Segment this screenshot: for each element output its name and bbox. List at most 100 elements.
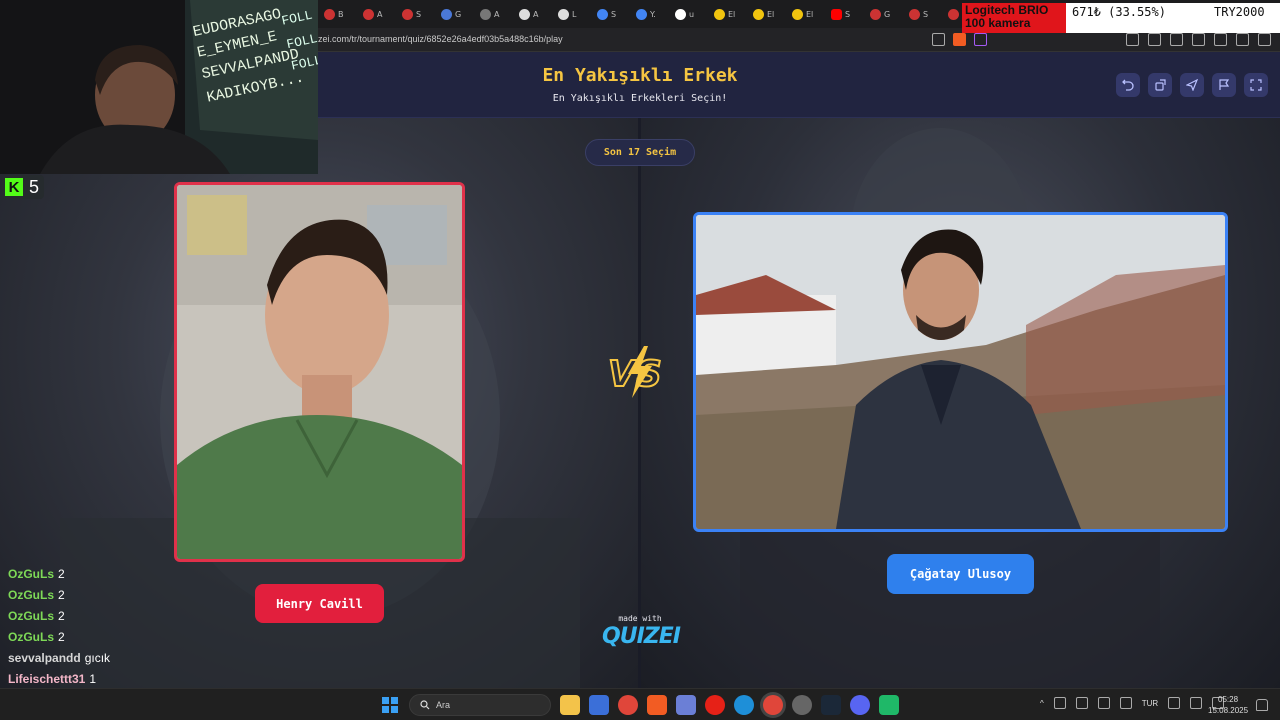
browser-tab[interactable]: S (591, 3, 628, 25)
camera-label: Logitech BRIO 100 kamera (962, 3, 1066, 33)
wallet-icon[interactable] (1192, 33, 1205, 46)
menu-icon[interactable] (1258, 33, 1271, 46)
browser-tab[interactable]: G (864, 3, 901, 25)
volume-icon[interactable] (1190, 697, 1203, 709)
viewer-count-badge: K 5 (2, 175, 44, 199)
undo-button[interactable] (1116, 73, 1140, 97)
app-icon[interactable] (676, 695, 696, 715)
browser-tab[interactable]: S (903, 3, 940, 25)
tray-overflow-icon[interactable]: ^ (1040, 699, 1044, 708)
url-field[interactable]: zei.com/tr/tournament/quiz/6852e26a4edf0… (318, 34, 563, 44)
tab-favicon-icon (714, 8, 725, 20)
tab-favicon-icon (831, 8, 842, 20)
chat-text: 2 (58, 588, 65, 602)
right-candidate-card[interactable] (693, 212, 1228, 532)
windows-taskbar: Ara ^ TUR 05:28 15.08.2025 (0, 688, 1280, 720)
browser-tab[interactable]: El (747, 3, 784, 25)
tab-favicon-icon (324, 8, 335, 20)
webcam-feed: EUDORASAGO E_EYMEN_E SEVVALPANDD KADIKOY… (0, 0, 318, 174)
share-button[interactable] (1148, 73, 1172, 97)
tab-favicon-icon (441, 8, 452, 20)
chat-text: gıcık (84, 651, 111, 665)
taskbar-clock[interactable]: 05:28 15.08.2025 (1208, 694, 1248, 716)
chrome-icon[interactable] (618, 695, 638, 715)
brave-shield-icon[interactable] (953, 33, 966, 46)
browser-tab[interactable]: L (552, 3, 589, 25)
chat-text: 2 (58, 567, 65, 581)
vpn-icon[interactable] (1236, 33, 1249, 46)
search-icon (420, 700, 430, 710)
chat-username: OzGuLs (8, 630, 55, 644)
discord-icon[interactable] (850, 695, 870, 715)
clock-time: 05:28 (1218, 695, 1239, 704)
browser-tab[interactable]: El (786, 3, 823, 25)
tab-favicon-icon (636, 8, 647, 20)
tab-favicon-icon (402, 8, 413, 20)
tray-app-icon[interactable] (1097, 697, 1110, 709)
browser-tab[interactable]: A (513, 3, 550, 25)
windows-start-icon[interactable] (380, 695, 400, 715)
header-actions (1116, 73, 1268, 97)
chat-text: 2 (58, 609, 65, 623)
brave-icon[interactable] (647, 695, 667, 715)
browser-tab[interactable]: El (708, 3, 745, 25)
undo-icon (1122, 79, 1134, 91)
edge-icon[interactable] (734, 695, 754, 715)
browser-tab[interactable]: G (435, 3, 472, 25)
fullscreen-button[interactable] (1244, 73, 1268, 97)
share-icon (1155, 79, 1166, 91)
browser-tab[interactable]: S (396, 3, 433, 25)
cagatay-ulusoy-photo (696, 215, 1225, 529)
language-indicator[interactable]: TUR (1142, 699, 1158, 708)
tab-favicon-icon (597, 8, 608, 20)
browser-tab[interactable]: B (318, 3, 355, 25)
report-button[interactable] (1212, 73, 1236, 97)
taskbar-apps: Ara (380, 694, 899, 716)
chat-message: OzGuLs 2 (8, 566, 110, 587)
chat-username: sevvalpandd (8, 651, 81, 665)
round-indicator: Son 17 Seçim (585, 139, 695, 166)
leo-ai-icon[interactable] (1214, 33, 1227, 46)
vs-lightning-icon: VS (607, 346, 663, 398)
tray-app-icon[interactable] (1053, 697, 1066, 709)
send-button[interactable] (1180, 73, 1204, 97)
microphone-icon[interactable] (1119, 697, 1132, 709)
browser-tab[interactable]: A (357, 3, 394, 25)
extensions-icon[interactable] (1126, 33, 1139, 46)
steam-icon[interactable] (821, 695, 841, 715)
taskbar-search[interactable]: Ara (409, 694, 551, 716)
chat-username: OzGuLs (8, 588, 55, 602)
brave-rewards-icon[interactable] (974, 33, 987, 46)
browser-tab[interactable]: S (825, 3, 862, 25)
notification-bell-icon[interactable] (1256, 699, 1268, 711)
reading-list-icon[interactable] (1148, 33, 1161, 46)
cagatay-ulusoy-button[interactable]: Çağatay Ulusoy (887, 554, 1034, 594)
share-page-icon[interactable] (932, 33, 945, 46)
network-icon[interactable] (1168, 697, 1181, 709)
screen: B A S G A A L S Y. u El El El S G S (1 z… (0, 0, 1280, 720)
browser-tab[interactable]: Y. (630, 3, 667, 25)
file-explorer-icon[interactable] (560, 695, 580, 715)
tab-favicon-icon (870, 8, 881, 20)
app-icon[interactable] (879, 695, 899, 715)
henry-cavill-button[interactable]: Henry Cavill (255, 584, 384, 623)
search-placeholder: Ara (436, 700, 451, 710)
quizei-logo[interactable]: QUIZEI (598, 624, 684, 649)
donation-progress: 671₺ (33.55%) (1072, 5, 1166, 19)
chrome-active-icon[interactable] (763, 695, 783, 715)
fullscreen-icon (1250, 79, 1262, 91)
tab-favicon-icon (948, 8, 959, 20)
left-candidate-card[interactable] (174, 182, 465, 562)
tab-favicon-icon (363, 8, 374, 20)
tray-app-icon[interactable] (1075, 697, 1088, 709)
donation-goal: TRY2000 (1214, 5, 1265, 19)
browser-tab[interactable]: A (474, 3, 511, 25)
browser-tab[interactable]: u (669, 3, 706, 25)
microsoft-store-icon[interactable] (589, 695, 609, 715)
youtube-icon[interactable] (705, 695, 725, 715)
send-icon (1186, 79, 1198, 91)
chat-message: sevvalpandd gıcık (8, 650, 110, 671)
app-icon[interactable] (792, 695, 812, 715)
sidebar-icon[interactable] (1170, 33, 1183, 46)
kick-icon: K (5, 178, 23, 196)
